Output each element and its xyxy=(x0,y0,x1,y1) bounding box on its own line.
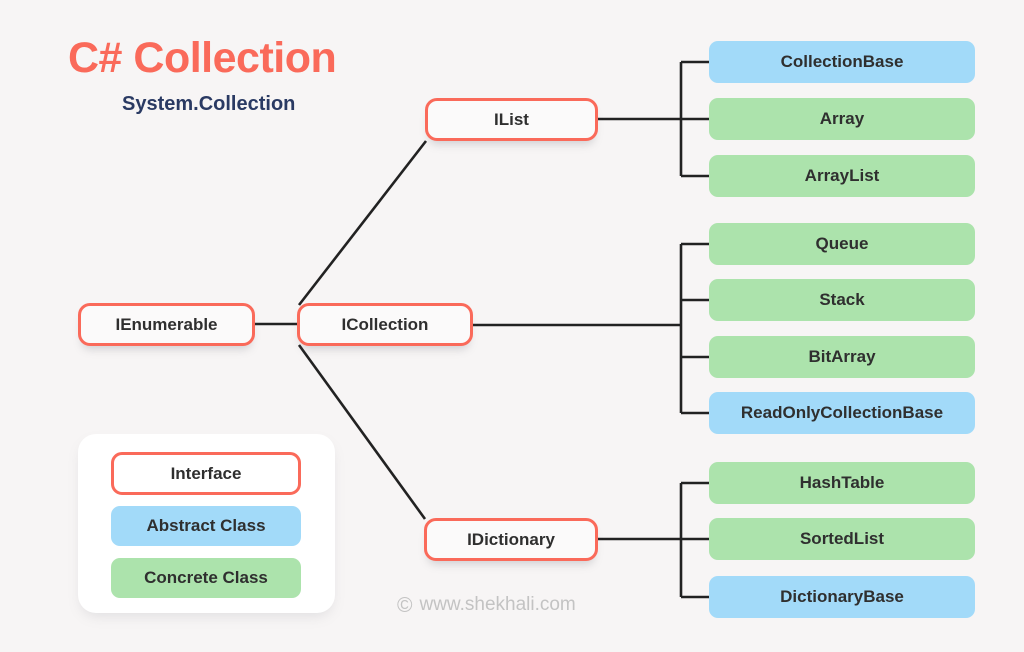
legend-card: Interface Abstract Class Concrete Class xyxy=(78,434,335,613)
node-ienumerable[interactable]: IEnumerable xyxy=(78,303,255,346)
node-array[interactable]: Array xyxy=(709,98,975,140)
legend-item-abstract-class: Abstract Class xyxy=(111,506,301,546)
copyright-icon: © xyxy=(397,593,413,617)
legend-item-interface: Interface xyxy=(111,452,301,495)
page-title: C# Collection xyxy=(68,34,337,82)
node-readonlycollectionbase[interactable]: ReadOnlyCollectionBase xyxy=(709,392,975,434)
node-arraylist[interactable]: ArrayList xyxy=(709,155,975,197)
node-dictionarybase[interactable]: DictionaryBase xyxy=(709,576,975,618)
watermark: © www.shekhali.com xyxy=(397,594,576,616)
node-queue[interactable]: Queue xyxy=(709,223,975,265)
legend-item-concrete-class: Concrete Class xyxy=(111,558,301,598)
node-hashtable[interactable]: HashTable xyxy=(709,462,975,504)
node-stack[interactable]: Stack xyxy=(709,279,975,321)
node-sortedlist[interactable]: SortedList xyxy=(709,518,975,560)
node-ilist[interactable]: IList xyxy=(425,98,598,141)
node-bitarray[interactable]: BitArray xyxy=(709,336,975,378)
diagram-canvas: C# Collection System.Collection IEnumera… xyxy=(0,0,1024,652)
page-subtitle: System.Collection xyxy=(122,93,296,115)
edge-icollection-ilist xyxy=(297,140,428,306)
node-icollection[interactable]: ICollection xyxy=(297,303,473,346)
node-idictionary[interactable]: IDictionary xyxy=(424,518,598,561)
watermark-site: www.shekhali.com xyxy=(419,594,576,615)
node-collectionbase[interactable]: CollectionBase xyxy=(709,41,975,83)
